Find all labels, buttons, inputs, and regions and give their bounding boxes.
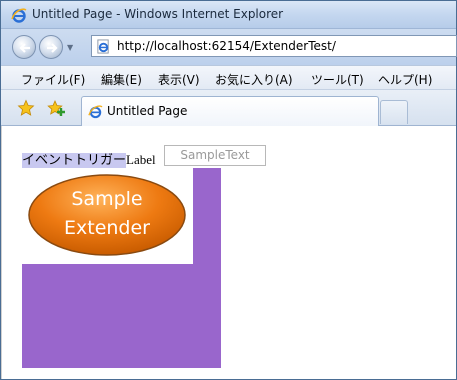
tab-untitled-page[interactable]: Untitled Page [81, 96, 379, 126]
forward-button[interactable] [39, 35, 63, 59]
sample-extender[interactable]: Sample Extender [27, 173, 187, 257]
forward-arrow-icon [47, 43, 58, 53]
ie-page-icon [88, 104, 103, 119]
menu-file[interactable]: ファイル(F) [21, 71, 85, 88]
event-trigger-label[interactable]: イベントトリガーLabel [22, 149, 156, 168]
tab-bar: Untitled Page [1, 90, 456, 126]
menu-bar: ファイル(F) 編集(E) 表示(V) お気に入り(A) ツール(T) ヘルプ(… [1, 65, 456, 90]
sample-text-input[interactable]: SampleText [164, 145, 266, 166]
navigation-bar: ▼ http://localhost:62154/ExtenderTest/ [1, 29, 457, 65]
menu-view[interactable]: 表示(V) [158, 71, 200, 88]
star-icon[interactable] [17, 99, 35, 117]
menu-help[interactable]: ヘルプ(H) [378, 71, 432, 88]
address-field[interactable]: http://localhost:62154/ExtenderTest/ [91, 35, 457, 57]
back-button[interactable] [12, 35, 36, 59]
menu-favorites[interactable]: お気に入り(A) [215, 71, 293, 88]
extender-ellipse-icon [28, 174, 186, 256]
extender-line2: Extender [64, 217, 150, 239]
tab-label: Untitled Page [107, 104, 188, 118]
address-url: http://localhost:62154/ExtenderTest/ [117, 39, 336, 53]
menu-edit[interactable]: 編集(E) [101, 71, 142, 88]
new-tab-button[interactable] [380, 100, 408, 124]
history-dropdown-icon[interactable]: ▼ [67, 43, 73, 52]
page-icon [96, 39, 111, 54]
extender-line1: Sample [71, 188, 143, 210]
label-text: Label [126, 152, 156, 167]
browser-window: Untitled Page - Windows Internet Explore… [0, 0, 457, 380]
title-bar: Untitled Page - Windows Internet Explore… [1, 1, 456, 29]
menu-tools[interactable]: ツール(T) [311, 71, 364, 88]
add-favorite-icon[interactable] [47, 99, 65, 117]
ie-logo-icon [11, 7, 27, 23]
window-title: Untitled Page - Windows Internet Explore… [32, 7, 284, 21]
trigger-text: イベントトリガー [22, 153, 127, 168]
content-left-edge [1, 126, 2, 379]
back-arrow-icon [19, 43, 30, 53]
